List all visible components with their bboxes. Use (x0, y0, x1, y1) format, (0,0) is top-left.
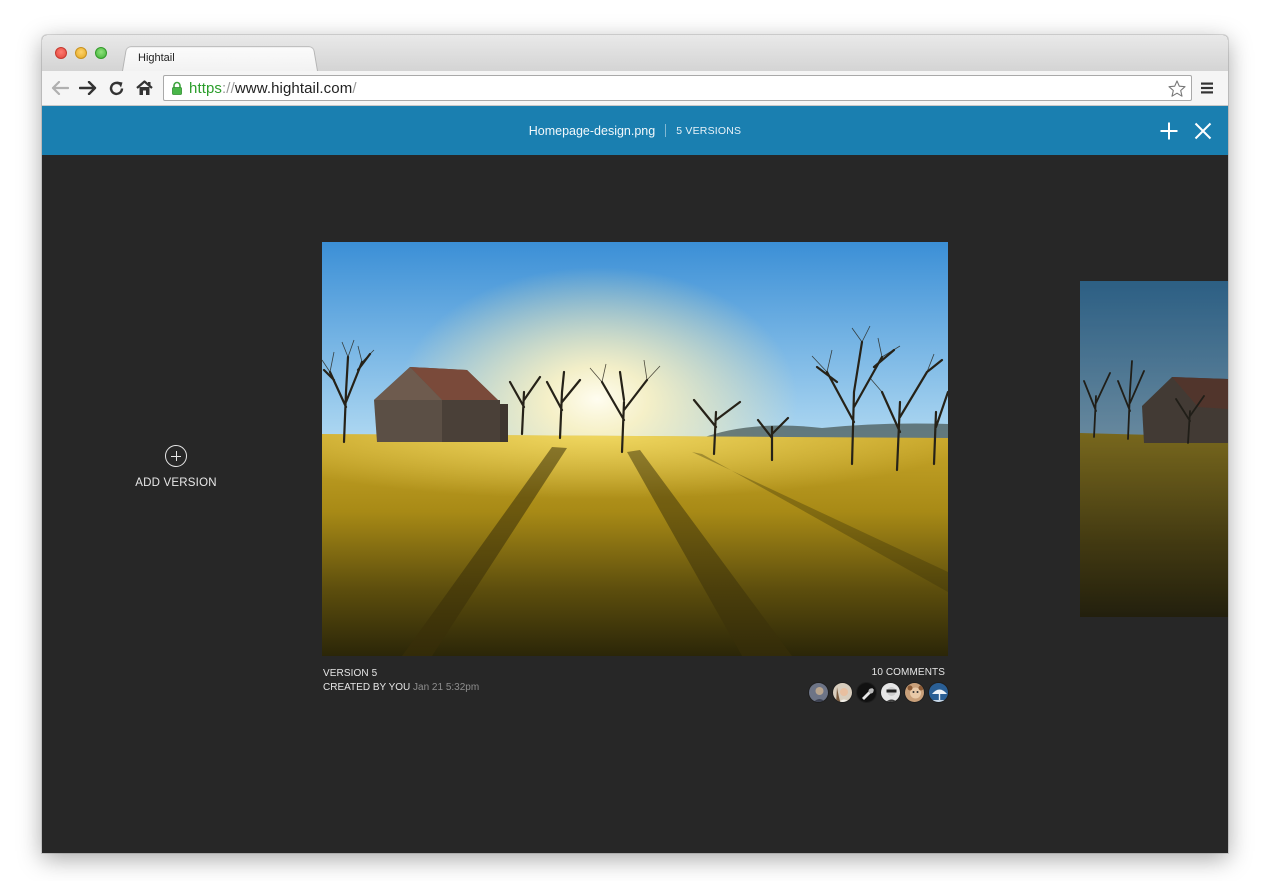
avatar[interactable] (928, 682, 949, 703)
avatar[interactable] (832, 682, 853, 703)
browser-toolbar: https://www.hightail.com/ (42, 71, 1228, 106)
close-window-button[interactable] (55, 47, 67, 59)
created-line: CREATED BY YOU Jan 21 5:32pm (323, 682, 479, 693)
header-divider (665, 124, 667, 137)
created-by: CREATED BY YOU (323, 682, 411, 693)
url-path: / (352, 80, 357, 97)
reload-icon[interactable] (106, 78, 126, 98)
versions-count[interactable]: 5 VERSIONS (676, 125, 741, 137)
comments-count-link[interactable]: 10 COMMENTS (799, 667, 949, 678)
address-bar[interactable]: https://www.hightail.com/ (163, 75, 1192, 101)
header-title-group: Homepage-design.png 5 VERSIONS (42, 106, 1228, 155)
comments-meta: 10 COMMENTS (799, 667, 949, 703)
browser-menu-icon[interactable] (1200, 81, 1214, 95)
version-preview-image[interactable] (322, 242, 948, 656)
maximize-window-button[interactable] (95, 47, 107, 59)
version-meta: VERSION 5 CREATED BY YOU Jan 21 5:32pm (323, 668, 479, 693)
avatar[interactable] (904, 682, 925, 703)
add-version-label: ADD VERSION (135, 477, 217, 489)
url-separator: :// (222, 80, 235, 97)
avatar[interactable] (808, 682, 829, 703)
sunset-meadow-image (322, 242, 948, 656)
next-version-thumbnail (1080, 281, 1228, 617)
avatar[interactable] (880, 682, 901, 703)
tab-title: Hightail (138, 52, 175, 64)
avatar[interactable] (856, 682, 877, 703)
minimize-window-button[interactable] (75, 47, 87, 59)
close-icon[interactable] (1193, 121, 1213, 141)
created-date: Jan 21 5:32pm (413, 682, 480, 693)
url-host: www.hightail.com (234, 80, 353, 97)
home-icon[interactable] (134, 78, 154, 98)
add-icon[interactable] (1159, 121, 1179, 141)
version-label: VERSION 5 (323, 668, 378, 679)
versions-canvas: ADD VERSION VERSION 5 CREATED BY YOU Jan… (42, 155, 1228, 853)
app-header: Homepage-design.png 5 VERSIONS (42, 106, 1228, 155)
forward-arrow-icon[interactable] (78, 78, 98, 98)
file-name: Homepage-design.png (528, 123, 656, 138)
next-version-preview-image[interactable] (1080, 281, 1228, 617)
browser-window: Hightail https://www.hightail.com/ Homep… (42, 35, 1228, 853)
tab-strip: Hightail (42, 35, 1228, 71)
url-text: https://www.hightail.com/ (189, 80, 357, 97)
add-version-button[interactable]: ADD VERSION (132, 445, 220, 489)
lock-icon (172, 81, 182, 95)
back-arrow-icon[interactable] (50, 78, 70, 98)
commenter-avatars (799, 682, 949, 703)
bookmark-star-icon[interactable] (1167, 79, 1187, 99)
url-scheme: https (189, 80, 223, 97)
add-circle-icon (165, 445, 187, 467)
